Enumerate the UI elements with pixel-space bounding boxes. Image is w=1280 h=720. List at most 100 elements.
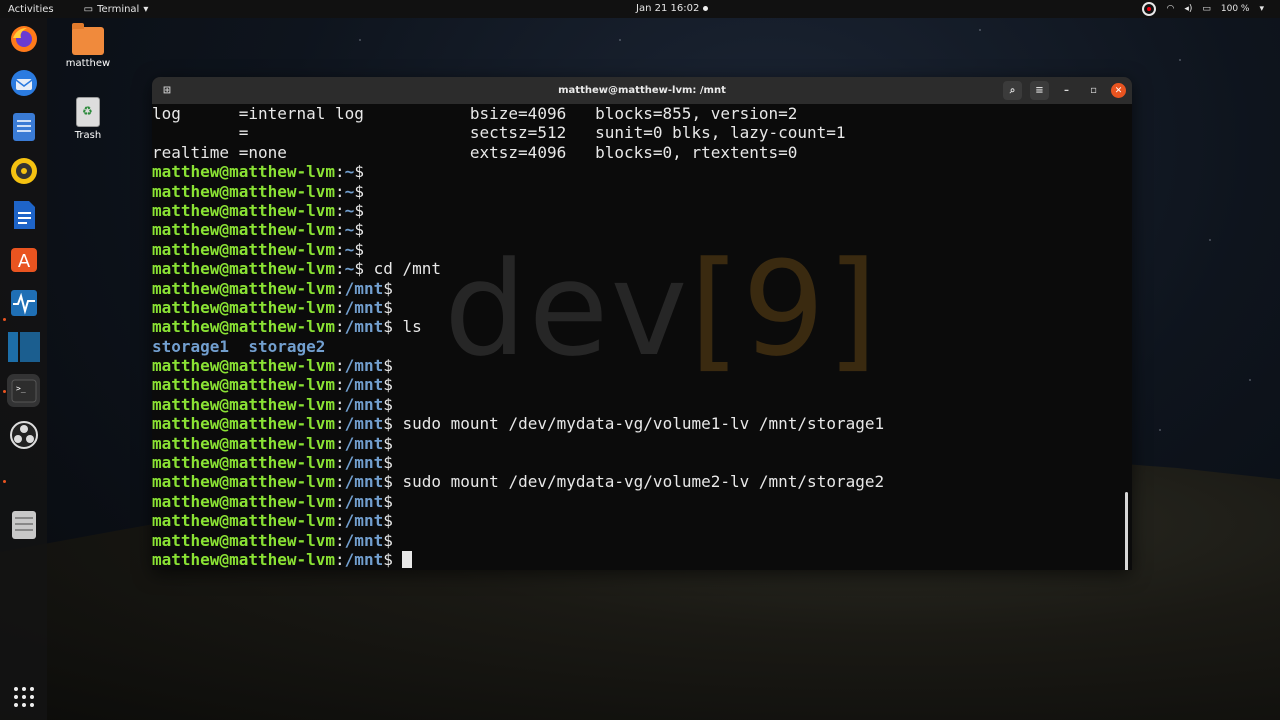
prompt-colon: : bbox=[335, 356, 345, 376]
clock[interactable]: Jan 21 16:02 bbox=[636, 3, 709, 14]
prompt-user: matthew@matthew-lvm bbox=[152, 491, 336, 511]
dock-monitor[interactable] bbox=[7, 286, 40, 319]
battery-icon: ▭ bbox=[1202, 4, 1211, 14]
prompt-user: matthew@matthew-lvm bbox=[152, 278, 336, 298]
directory-listing: storage1 storage2 bbox=[152, 336, 326, 356]
dock-thunderbird[interactable] bbox=[7, 66, 40, 99]
desktop-trash[interactable]: Trash bbox=[53, 97, 123, 141]
show-apps-button[interactable] bbox=[7, 680, 40, 713]
terminal-icon: >_ bbox=[11, 379, 36, 402]
minimize-button[interactable]: – bbox=[1057, 81, 1076, 100]
app-menu-label: Terminal bbox=[97, 3, 140, 15]
terminal-line: matthew@matthew-lvm:/mnt$ bbox=[152, 511, 884, 530]
new-tab-icon[interactable]: ⊞ bbox=[160, 83, 174, 97]
prompt-colon: : bbox=[335, 317, 345, 337]
prompt-colon: : bbox=[335, 200, 345, 220]
files-icon bbox=[12, 112, 35, 141]
prompt-path: /mnt bbox=[344, 453, 384, 473]
prompt-path: /mnt bbox=[344, 433, 384, 453]
software-icon: A bbox=[10, 247, 37, 272]
prompt-user: matthew@matthew-lvm bbox=[152, 472, 336, 492]
terminal-line: matthew@matthew-lvm:/mnt$ sudo mount /de… bbox=[152, 414, 884, 433]
prompt-user: matthew@matthew-lvm bbox=[152, 549, 336, 569]
terminal-line: matthew@matthew-lvm:/mnt$ bbox=[152, 356, 884, 375]
search-icon: ⌕ bbox=[1009, 85, 1016, 96]
window-title: matthew@matthew-lvm: /mnt bbox=[558, 85, 726, 96]
prompt-symbol: $ bbox=[383, 549, 393, 569]
dock-firefox[interactable] bbox=[7, 22, 40, 55]
terminal-line: matthew@matthew-lvm:/mnt$ sudo mount /de… bbox=[152, 472, 884, 491]
terminal-line: matthew@matthew-lvm:/mnt$ bbox=[152, 298, 884, 317]
app-menu[interactable]: ▭ Terminal ▾ bbox=[84, 4, 149, 15]
terminal-line: matthew@matthew-lvm:~$ bbox=[152, 201, 884, 220]
prompt-symbol: $ bbox=[383, 433, 393, 453]
output-text: = sectsz=512 sunit=0 blks, lazy-count=1 bbox=[152, 123, 846, 143]
battery-label: 100 % bbox=[1220, 4, 1250, 14]
home-folder-icon bbox=[72, 23, 104, 55]
system-tray[interactable]: ◠ ◂) ▭ 100 % ▾ bbox=[1142, 2, 1264, 16]
prompt-colon: : bbox=[335, 375, 345, 395]
prompt-user: matthew@matthew-lvm bbox=[152, 200, 336, 220]
prompt-path: /mnt bbox=[344, 278, 384, 298]
prompt-user: matthew@matthew-lvm bbox=[152, 181, 336, 201]
caret-down-icon: ▾ bbox=[143, 3, 149, 15]
prompt-symbol: $ bbox=[383, 472, 393, 492]
dock-files[interactable] bbox=[7, 110, 40, 143]
minimize-icon: – bbox=[1064, 85, 1069, 96]
prompt-colon: : bbox=[335, 220, 345, 240]
maximize-button[interactable]: ▫ bbox=[1084, 81, 1103, 100]
prompt-path: /mnt bbox=[344, 549, 384, 569]
prompt-user: matthew@matthew-lvm bbox=[152, 511, 336, 531]
activities-button[interactable]: Activities bbox=[0, 4, 62, 15]
dock-storage[interactable] bbox=[7, 508, 40, 541]
prompt-user: matthew@matthew-lvm bbox=[152, 259, 336, 279]
storage-icon bbox=[11, 510, 36, 539]
prompt-path: /mnt bbox=[344, 394, 384, 414]
ubuntu-icon[interactable] bbox=[1142, 2, 1157, 16]
terminal-line: = sectsz=512 sunit=0 blks, lazy-count=1 bbox=[152, 123, 884, 142]
prompt-symbol: $ bbox=[354, 259, 364, 279]
dock-software[interactable]: A bbox=[7, 242, 40, 275]
scrollbar[interactable] bbox=[1125, 492, 1128, 570]
dock-rhythmbox[interactable] bbox=[7, 154, 40, 187]
desktop-home-folder[interactable]: matthew bbox=[53, 23, 123, 69]
prompt-symbol: $ bbox=[383, 297, 393, 317]
dock-app[interactable] bbox=[7, 330, 40, 363]
prompt-user: matthew@matthew-lvm bbox=[152, 414, 336, 434]
prompt-colon: : bbox=[335, 511, 345, 531]
terminal-window[interactable]: ⊞ matthew@matthew-lvm: /mnt ⌕ ≡ – ▫ ✕ de… bbox=[152, 77, 1132, 570]
prompt-user: matthew@matthew-lvm bbox=[152, 220, 336, 240]
terminal-output[interactable]: dev[9] log =internal log bsize=4096 bloc… bbox=[152, 104, 1132, 570]
thunderbird-icon bbox=[10, 69, 37, 96]
dock-terminal[interactable]: >_ bbox=[7, 374, 40, 407]
dock: A >_ bbox=[0, 18, 47, 720]
terminal-line: realtime =none extsz=4096 blocks=0, rtex… bbox=[152, 143, 884, 162]
close-button[interactable]: ✕ bbox=[1111, 83, 1126, 98]
prompt-symbol: $ bbox=[383, 530, 393, 550]
obs-icon bbox=[9, 420, 38, 449]
search-button[interactable]: ⌕ bbox=[1003, 81, 1022, 100]
prompt-symbol: $ bbox=[383, 278, 393, 298]
prompt-colon: : bbox=[335, 433, 345, 453]
title-bar[interactable]: ⊞ matthew@matthew-lvm: /mnt ⌕ ≡ – ▫ ✕ bbox=[152, 77, 1132, 104]
wifi-icon: ◠ bbox=[1166, 4, 1175, 14]
svg-text:A: A bbox=[17, 251, 30, 272]
prompt-colon: : bbox=[335, 453, 345, 473]
grid-icon bbox=[13, 686, 34, 707]
prompt-path: /mnt bbox=[344, 530, 384, 550]
dock-writer[interactable] bbox=[7, 198, 40, 231]
dock-obs[interactable] bbox=[7, 418, 40, 451]
menu-button[interactable]: ≡ bbox=[1030, 81, 1049, 100]
prompt-path: ~ bbox=[344, 259, 355, 279]
prompt-symbol: $ bbox=[383, 491, 393, 511]
terminal-line: log =internal log bsize=4096 blocks=855,… bbox=[152, 104, 884, 123]
prompt-colon: : bbox=[335, 549, 345, 569]
prompt-path: ~ bbox=[344, 181, 355, 201]
prompt-symbol: $ bbox=[383, 317, 393, 337]
terminal-line: matthew@matthew-lvm:/mnt$ bbox=[152, 550, 884, 569]
prompt-user: matthew@matthew-lvm bbox=[152, 530, 336, 550]
close-icon: ✕ bbox=[1114, 85, 1123, 96]
writer-icon bbox=[13, 200, 35, 229]
terminal-line: matthew@matthew-lvm:~$ bbox=[152, 240, 884, 259]
command-text: sudo mount /dev/mydata-vg/volume2-lv /mn… bbox=[392, 472, 885, 492]
